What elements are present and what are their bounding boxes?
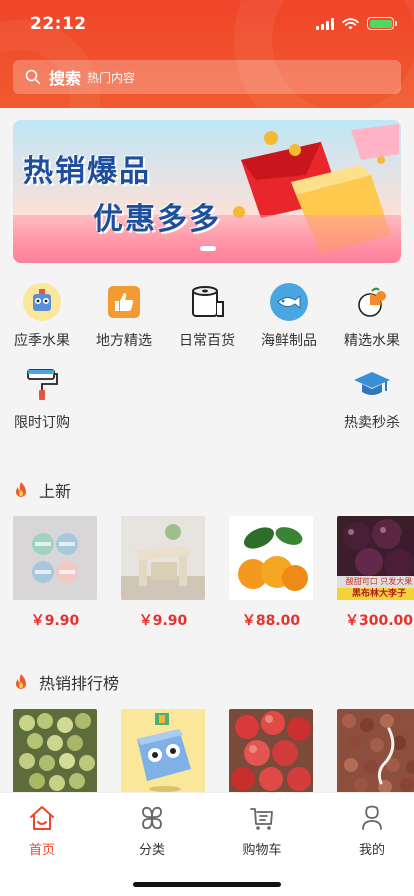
- thumbs-up-icon: [104, 282, 144, 322]
- product-price: ￥300.00: [344, 613, 414, 629]
- section-title-text: 热销排行榜: [39, 674, 120, 693]
- status-icons: [316, 17, 397, 30]
- battery-icon: [367, 17, 397, 30]
- product-image-folding-stool: [121, 516, 205, 600]
- tab-bar: 首页 分类 购物车 我的: [0, 792, 414, 896]
- tab-label: 分类: [138, 843, 165, 858]
- robot-icon: [22, 282, 62, 322]
- fire-icon: [16, 674, 26, 689]
- tab-label: 购物车: [242, 843, 282, 858]
- category-label: 海鲜制品: [261, 333, 317, 349]
- graduation-cap-icon: [352, 364, 392, 404]
- product-image-grapes: [13, 709, 97, 793]
- fire-icon: [16, 482, 26, 497]
- signal-icon: [316, 17, 334, 30]
- tab-profile[interactable]: 我的: [342, 803, 402, 858]
- section-title-hot: 热销排行榜: [13, 670, 119, 694]
- section-title-text: 上新: [39, 482, 72, 501]
- new-products-row: ￥9.90 ￥9.90 ￥88.00 酸甜可口 只发大果 黑布林大李子 ￥300…: [13, 516, 414, 636]
- cart-icon: [232, 803, 292, 833]
- carousel-indicator[interactable]: [200, 246, 216, 251]
- category-seafood[interactable]: 海鲜制品: [254, 282, 324, 350]
- category-hot-flash-sale[interactable]: 热卖秒杀: [337, 364, 407, 432]
- orange-icon: [352, 282, 392, 322]
- banner-title-2: 优惠多多: [93, 202, 221, 237]
- search-label: 搜索: [49, 69, 82, 88]
- banner-title-1: 热销爆品: [23, 154, 151, 189]
- fish-icon: [269, 282, 309, 322]
- header: 22:12 搜索 热门内容: [0, 0, 414, 108]
- category-label: 限时订购: [14, 415, 70, 431]
- category-icon: [122, 803, 182, 833]
- home-icon: [12, 803, 72, 833]
- tab-label: 首页: [28, 843, 55, 858]
- product-image-wall-hooks: [13, 516, 97, 600]
- product-card[interactable]: 酸甜可口 只发大果 黑布林大李子 ￥300.00: [337, 516, 414, 630]
- tab-home[interactable]: 首页: [12, 803, 72, 858]
- product-card[interactable]: [337, 709, 414, 793]
- product-card[interactable]: ￥9.90: [13, 516, 97, 630]
- toilet-paper-icon: [187, 282, 227, 322]
- search-bar[interactable]: 搜索 热门内容: [13, 60, 401, 94]
- product-image-dried-fruit: [337, 709, 414, 793]
- product-image-caption: 黑布林大李子: [337, 588, 414, 600]
- paint-roller-icon: [22, 364, 62, 404]
- status-bar: 22:12: [0, 0, 414, 48]
- product-card[interactable]: ￥88.00: [229, 516, 313, 630]
- category-seasonal-fruit[interactable]: 应季水果: [7, 282, 77, 350]
- tab-category[interactable]: 分类: [122, 803, 182, 858]
- hot-products-row: [13, 709, 414, 793]
- home-indicator: [133, 882, 281, 887]
- category-label: 精选水果: [344, 333, 400, 349]
- section-title-new: 上新: [13, 478, 71, 502]
- product-price: ￥9.90: [30, 613, 80, 629]
- status-time: 22:12: [30, 14, 87, 34]
- category-label: 日常百货: [179, 333, 235, 349]
- product-image-plums: 酸甜可口 只发大果 黑布林大李子: [337, 516, 414, 600]
- wifi-icon: [342, 17, 359, 29]
- product-image-oranges: [229, 516, 313, 600]
- promo-banner[interactable]: 热销爆品 优惠多多: [13, 120, 401, 263]
- product-image-apples: [229, 709, 313, 793]
- product-price: ￥9.90: [138, 613, 188, 629]
- product-card[interactable]: [13, 709, 97, 793]
- tab-cart[interactable]: 购物车: [232, 803, 292, 858]
- product-image-caption: 酸甜可口 只发大果: [337, 576, 414, 588]
- product-card[interactable]: [121, 709, 205, 793]
- user-icon: [342, 803, 402, 833]
- category-selected-fruit[interactable]: 精选水果: [337, 282, 407, 350]
- product-image-robot-box: [121, 709, 205, 793]
- product-price: ￥88.00: [241, 613, 301, 629]
- search-icon: [25, 69, 41, 85]
- category-label: 热卖秒杀: [344, 415, 400, 431]
- category-local-picks[interactable]: 地方精选: [89, 282, 159, 350]
- category-label: 地方精选: [96, 333, 152, 349]
- category-limited-order[interactable]: 限时订购: [7, 364, 77, 432]
- tab-label: 我的: [358, 843, 385, 858]
- category-daily-goods[interactable]: 日常百货: [172, 282, 242, 350]
- category-label: 应季水果: [14, 333, 70, 349]
- product-card[interactable]: [229, 709, 313, 793]
- product-card[interactable]: ￥9.90: [121, 516, 205, 630]
- search-placeholder: 热门内容: [87, 70, 136, 85]
